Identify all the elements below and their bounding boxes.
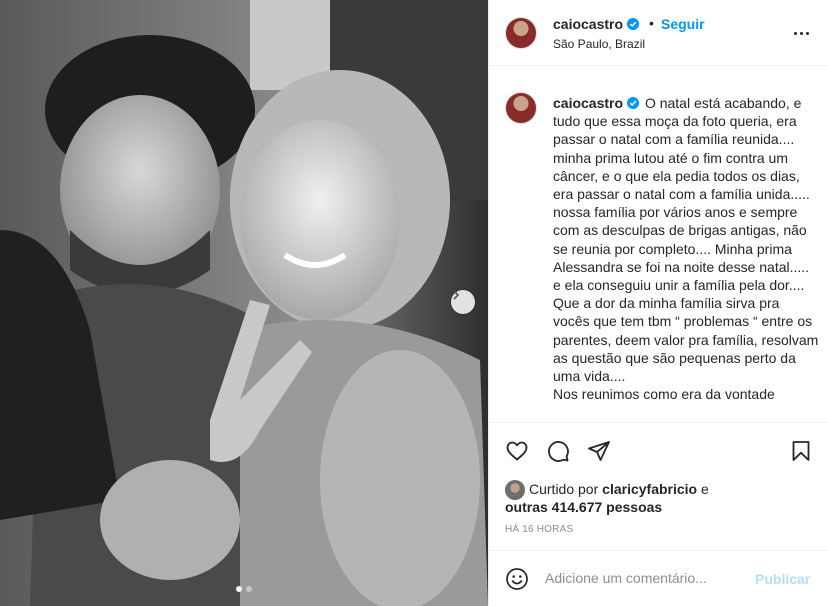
carousel-dot bbox=[246, 586, 252, 592]
chevron-right-icon bbox=[453, 290, 460, 300]
caption-author-username[interactable]: caiocastro bbox=[553, 95, 640, 111]
share-icon[interactable] bbox=[587, 439, 611, 463]
post-location[interactable]: São Paulo, Brazil bbox=[553, 37, 645, 51]
author-username-link[interactable]: caiocastro bbox=[553, 16, 640, 32]
likes-others-link[interactable]: outras 414.677 pessoas bbox=[505, 498, 662, 516]
comment-icon[interactable] bbox=[546, 439, 570, 463]
carousel-indicator bbox=[0, 586, 488, 592]
author-avatar[interactable] bbox=[505, 17, 537, 49]
likes-line-1: Curtido por claricyfabricio e bbox=[529, 480, 709, 498]
heart-icon[interactable] bbox=[505, 439, 529, 463]
comment-input[interactable] bbox=[545, 570, 745, 586]
comment-bar: Publicar bbox=[489, 550, 828, 606]
post-photo[interactable] bbox=[0, 0, 488, 606]
carousel-dot-active bbox=[236, 586, 242, 592]
liker-username[interactable]: claricyfabricio bbox=[602, 481, 697, 497]
bookmark-icon[interactable] bbox=[789, 439, 813, 463]
carousel-next-button[interactable] bbox=[451, 290, 475, 314]
more-options-button[interactable] bbox=[789, 24, 813, 42]
publish-button[interactable]: Publicar bbox=[755, 571, 810, 587]
post-details-panel: caiocastro • Seguir São Paulo, Brazil ca… bbox=[488, 0, 828, 606]
caption-section: caiocastro O natal está acabando, e tudo… bbox=[489, 82, 828, 422]
post-header: caiocastro • Seguir São Paulo, Brazil bbox=[489, 0, 828, 66]
caption-username-text: caiocastro bbox=[553, 95, 624, 111]
verified-badge-icon bbox=[627, 97, 640, 109]
action-bar bbox=[489, 422, 828, 478]
header-separator: • bbox=[649, 15, 654, 31]
more-options-icon bbox=[793, 31, 809, 35]
caption-text: O natal está acabando, e tudo que essa m… bbox=[553, 95, 819, 403]
author-username: caiocastro bbox=[553, 16, 624, 32]
liker-avatar[interactable] bbox=[505, 480, 525, 500]
follow-button[interactable]: Seguir bbox=[661, 16, 705, 32]
post-caption: caiocastro O natal está acabando, e tudo… bbox=[553, 94, 819, 403]
caption-author-avatar[interactable] bbox=[505, 92, 537, 124]
post-timestamp[interactable]: HÁ 16 HORAS bbox=[505, 524, 573, 535]
likes-prefix: Curtido por bbox=[529, 481, 599, 497]
likes-conjunction: e bbox=[700, 481, 709, 497]
verified-badge-icon bbox=[627, 18, 640, 30]
photo-image bbox=[0, 0, 488, 606]
emoji-icon[interactable] bbox=[505, 567, 529, 591]
